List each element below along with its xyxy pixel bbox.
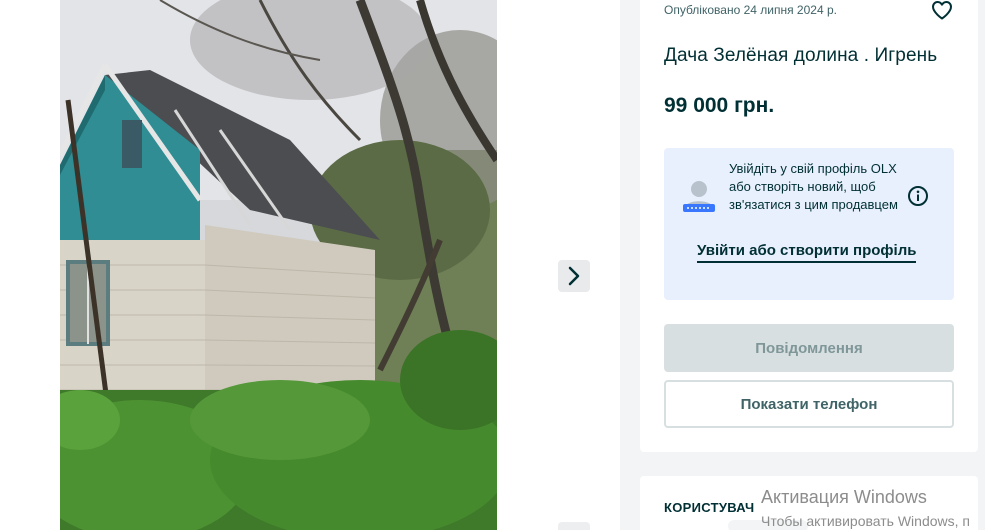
login-prompt-text: Увійдіть у свій профіль OLX або створіть…	[729, 161, 898, 212]
photo-gallery	[0, 0, 620, 530]
user-section-label: КОРИСТУВАЧ	[664, 500, 755, 515]
show-phone-button[interactable]: Показати телефон	[664, 380, 954, 428]
favorite-button[interactable]	[930, 0, 954, 22]
windows-activation-watermark: Активация Windows Чтобы активировать Win…	[761, 486, 970, 530]
listing-info-card: Опубліковано 24 липня 2024 р. Дача Зелён…	[640, 0, 978, 452]
listing-title: Дача Зелёная долина . Игрень	[664, 45, 938, 66]
login-or-register-link[interactable]: Увійти або створити профіль	[697, 242, 917, 263]
message-button[interactable]: Повідомлення	[664, 324, 954, 372]
gallery-control-peek	[558, 522, 590, 530]
watermark-title: Активация Windows	[761, 487, 927, 507]
heart-icon	[932, 1, 952, 20]
listing-photo[interactable]	[60, 0, 497, 530]
watermark-subtitle: Чтобы активировать Windows, п	[761, 513, 970, 529]
published-date: Опубліковано 24 липня 2024 р.	[664, 3, 837, 17]
login-prompt: Увійдіть у свій профіль OLX або створіть…	[664, 148, 954, 300]
next-photo-button[interactable]	[558, 260, 590, 292]
listing-price: 99 000 грн.	[664, 94, 775, 117]
user-avatar-icon	[682, 178, 716, 214]
info-icon[interactable]	[907, 185, 929, 207]
chevron-right-icon	[568, 266, 580, 286]
